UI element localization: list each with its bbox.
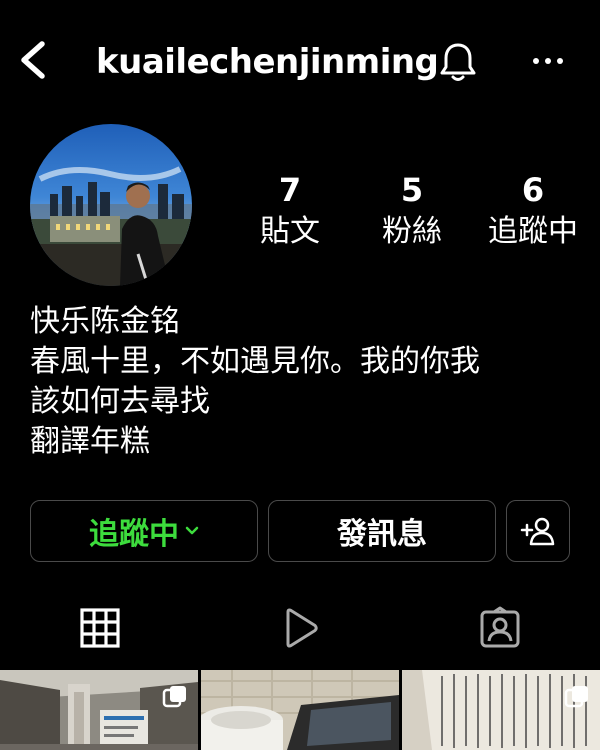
chevron-down-icon — [185, 526, 199, 535]
post-thumbnail[interactable] — [402, 670, 600, 750]
chevron-left-icon[interactable] — [14, 38, 54, 82]
bio-line: 該如何去尋找 — [30, 384, 210, 419]
stat-following[interactable]: 6 追蹤中 — [470, 170, 596, 252]
stat-followers[interactable]: 5 粉絲 — [360, 170, 464, 252]
profile-display-name: 快乐陈金铭 — [30, 304, 180, 339]
following-button-label: 追蹤中 — [89, 517, 179, 552]
message-button-label: 發訊息 — [337, 517, 427, 552]
bio-line: 春風十里，不如遇見你。我的你我 — [30, 344, 480, 379]
bio-line: 翻譯年糕 — [30, 424, 150, 459]
profile-username: kuailechenjinming — [96, 42, 439, 82]
stat-posts[interactable]: 7 貼文 — [238, 170, 342, 252]
posts-label: 貼文 — [260, 214, 320, 249]
profile-avatar[interactable] — [30, 124, 192, 286]
profile-header: kuailechenjinming — [0, 0, 600, 120]
tagged-user-icon[interactable] — [478, 606, 522, 650]
profile-bio: 快乐陈金铭 春風十里，不如遇見你。我的你我 該如何去尋找 翻譯年糕 — [30, 302, 580, 462]
posts-count: 7 — [278, 171, 302, 209]
followers-count: 5 — [400, 171, 424, 209]
add-user-button[interactable] — [506, 500, 570, 562]
message-button[interactable]: 發訊息 — [268, 500, 496, 562]
following-count: 6 — [521, 171, 545, 209]
multiple-posts-icon — [162, 686, 186, 708]
multiple-posts-icon — [564, 686, 588, 708]
following-button[interactable]: 追蹤中 — [30, 500, 258, 562]
grid-icon[interactable] — [78, 606, 122, 650]
followers-label: 粉絲 — [382, 214, 442, 249]
post-thumbnail[interactable] — [201, 670, 399, 750]
following-label: 追蹤中 — [488, 214, 578, 249]
more-horizontal-icon[interactable] — [528, 46, 568, 76]
add-user-icon — [520, 517, 555, 546]
reels-play-icon[interactable] — [278, 606, 322, 650]
post-thumbnail[interactable] — [0, 670, 198, 750]
bell-icon[interactable] — [436, 40, 480, 84]
